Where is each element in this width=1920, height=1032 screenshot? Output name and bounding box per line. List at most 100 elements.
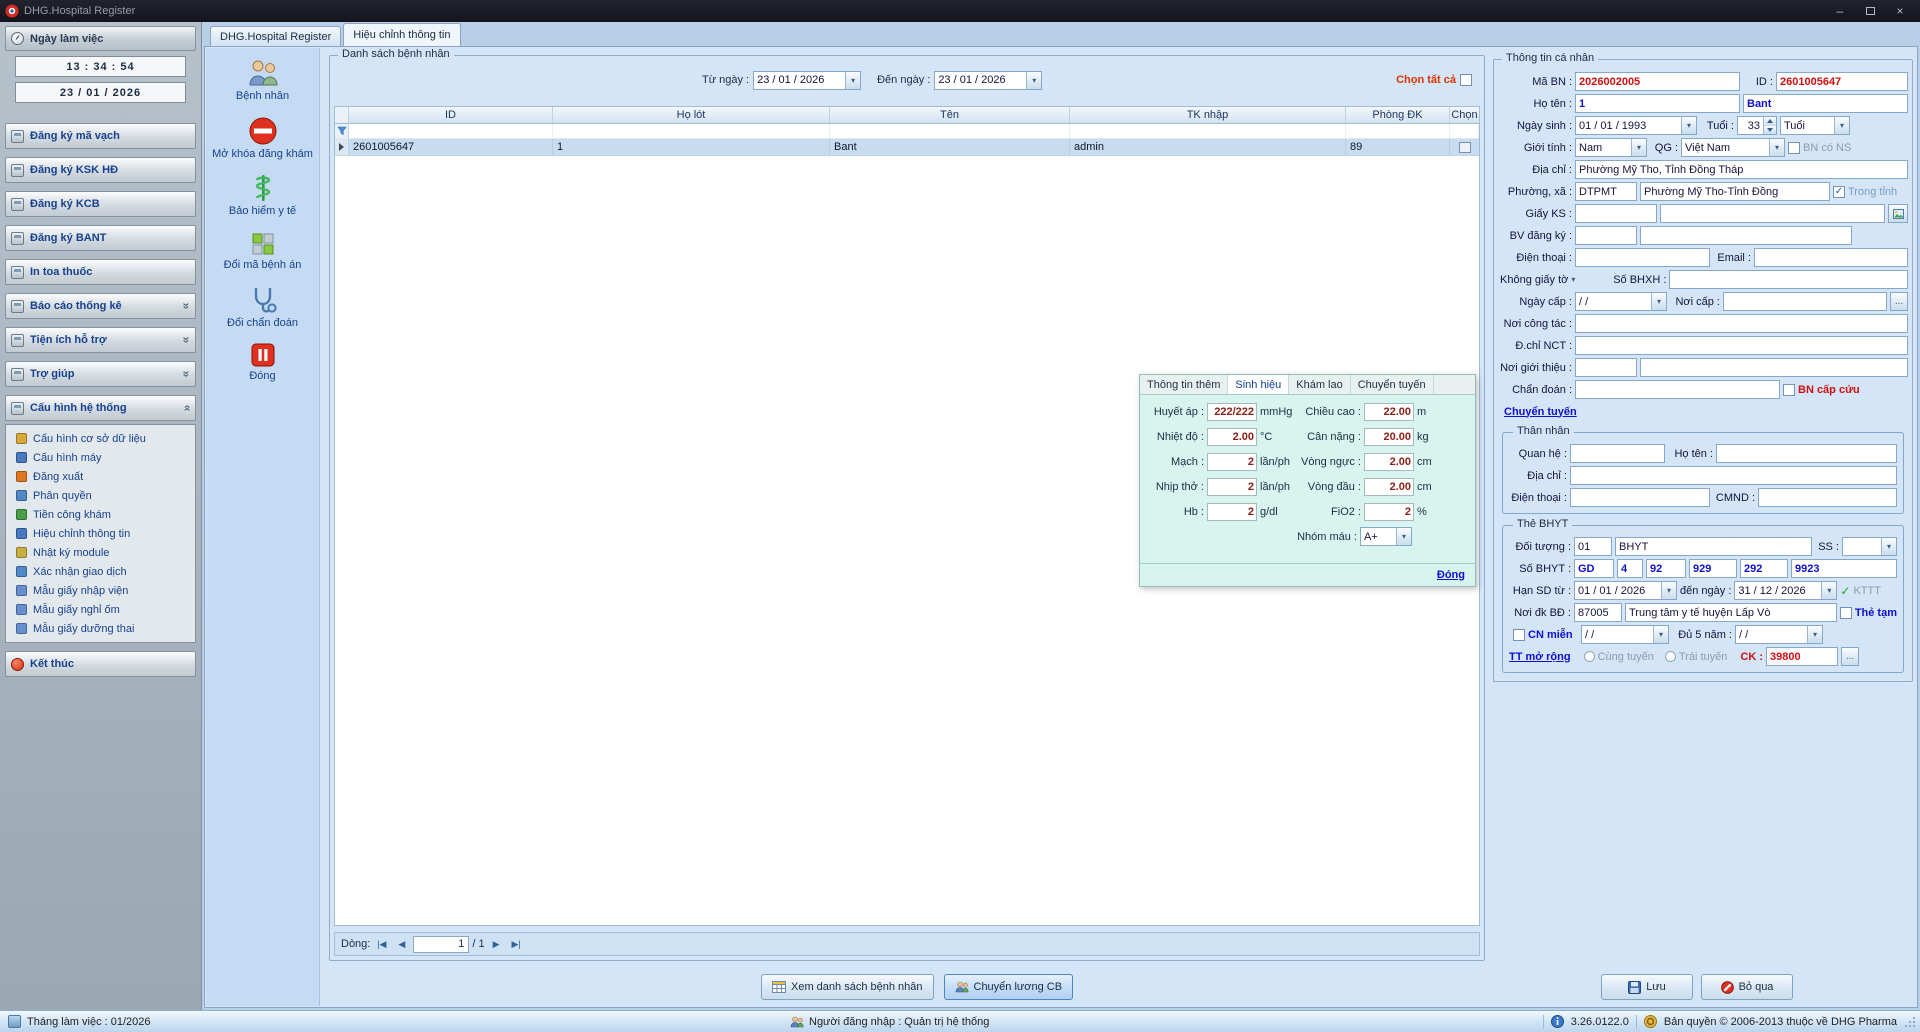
pager-last-button[interactable]: ▶| — [508, 936, 525, 953]
kttt-checkbox[interactable]: ✓ — [1840, 584, 1850, 598]
hb-field[interactable]: 2 — [1207, 502, 1257, 521]
ho-lot-field[interactable]: 1 — [1575, 94, 1740, 113]
gender-select[interactable]: Nam ▾ — [1575, 138, 1647, 157]
chevron-down-icon[interactable]: ▾ — [1396, 528, 1411, 545]
ten-field[interactable]: Bant — [1743, 94, 1908, 113]
the-tam-checkbox[interactable] — [1839, 606, 1852, 619]
config-item-permissions[interactable]: Phân quyền — [8, 486, 193, 505]
ck-field[interactable]: 39800 — [1765, 647, 1838, 666]
pulse-field[interactable]: 2 — [1207, 452, 1257, 471]
tab-edit-info[interactable]: Hiệu chỉnh thông tin — [343, 23, 461, 46]
column-header-phongdk[interactable]: Phòng ĐK — [1346, 107, 1450, 123]
ma-bn-field[interactable]: 2026002005 — [1575, 72, 1740, 91]
age-stepper[interactable]: 33 — [1737, 116, 1777, 135]
ss-select[interactable]: ▾ — [1842, 537, 1897, 556]
nationality-select[interactable]: Việt Nam ▾ — [1681, 138, 1785, 157]
tab-referral[interactable]: Chuyển tuyến — [1351, 375, 1434, 394]
column-header-tknhap[interactable]: TK nhập — [1070, 107, 1346, 123]
column-header-holot[interactable]: Họ lót — [553, 107, 830, 123]
bhyt-seg-6[interactable]: 9923 — [1791, 559, 1897, 578]
diagnosis-field[interactable] — [1575, 380, 1780, 399]
birth-date-picker[interactable]: 01 / 01 / 1993 ▾ — [1575, 116, 1697, 135]
head-field[interactable]: 2.00 — [1364, 477, 1414, 496]
reg-place-code-field[interactable]: 87005 — [1574, 603, 1622, 622]
relative-phone-field[interactable] — [1570, 488, 1710, 507]
sidebar-item-barcode[interactable]: Đăng ký mã vạch — [5, 123, 196, 149]
config-item-transactions[interactable]: Xác nhận giao dịch — [8, 562, 193, 581]
config-item-machine[interactable]: Cấu hình máy — [8, 448, 193, 467]
cn-mien-date-picker[interactable]: / / ▾ — [1581, 625, 1669, 644]
trai-tuyen-radio[interactable] — [1664, 651, 1676, 662]
chevron-down-icon[interactable]: ▾ — [1681, 117, 1696, 134]
birth-cert-browse-button[interactable] — [1888, 204, 1908, 223]
id-field[interactable]: 2601005647 — [1776, 72, 1908, 91]
email-field[interactable] — [1754, 248, 1908, 267]
config-item-logout[interactable]: Đăng xuất — [8, 467, 193, 486]
blood-group-select[interactable]: A+ ▾ — [1360, 527, 1412, 546]
birth-cert-code-field[interactable] — [1575, 204, 1657, 223]
reg-place-name-field[interactable]: Trung tâm y tế huyện Lấp Vò — [1625, 603, 1837, 622]
valid-from-picker[interactable]: 01 / 01 / 2026 ▾ — [1574, 581, 1677, 600]
height-field[interactable]: 22.00 — [1364, 402, 1414, 421]
stepper-arrows[interactable] — [1763, 117, 1776, 134]
pager-next-button[interactable]: ▶ — [488, 936, 505, 953]
select-all-checkbox[interactable] — [1460, 74, 1472, 86]
work-date-display[interactable]: 23 / 01 / 2026 — [15, 82, 186, 103]
chevron-down-icon[interactable]: ▾ — [1026, 71, 1042, 89]
bhyt-seg-5[interactable]: 292 — [1740, 559, 1788, 578]
column-header-id[interactable]: ID — [349, 107, 553, 123]
view-patient-list-button[interactable]: Xem danh sách bệnh nhân — [761, 974, 934, 1000]
sidebar-item-help[interactable]: Trợ giúp » — [5, 361, 196, 387]
temperature-field[interactable]: 2.00 — [1207, 427, 1257, 446]
bhyt-seg-4[interactable]: 929 — [1689, 559, 1737, 578]
sidebar-item-end[interactable]: Kết thúc — [5, 651, 196, 677]
ward-code-field[interactable]: DTPMT — [1575, 182, 1637, 201]
sidebar-item-reports[interactable]: Báo cáo thống kê » — [5, 293, 196, 319]
bn-co-ns-checkbox[interactable] — [1788, 141, 1800, 154]
du-5-nam-date-picker[interactable]: / / ▾ — [1735, 625, 1823, 644]
respiration-field[interactable]: 2 — [1207, 477, 1257, 496]
tab-extra-info[interactable]: Thông tin thêm — [1140, 375, 1229, 394]
chevron-down-icon[interactable]: ▾ — [1571, 275, 1575, 284]
from-date-picker[interactable]: 23 / 01 / 2026 ▾ — [753, 70, 862, 90]
issue-date-picker[interactable]: / / ▾ — [1575, 292, 1667, 311]
sidebar-item-utilities[interactable]: Tiện ích hỗ trợ » — [5, 327, 196, 353]
minimize-button[interactable]: – — [1825, 0, 1855, 22]
chevron-down-icon[interactable]: ▾ — [1653, 626, 1668, 643]
ward-name-field[interactable]: Phường Mỹ Tho-Tỉnh Đồng — [1640, 182, 1830, 201]
cn-mien-checkbox[interactable] — [1513, 628, 1525, 641]
config-item-module-log[interactable]: Nhật ký module — [8, 543, 193, 562]
pager-first-button[interactable]: |◀ — [373, 936, 390, 953]
chevron-down-icon[interactable]: ▾ — [1769, 139, 1784, 156]
trong-tinh-checkbox[interactable]: ✓ — [1833, 185, 1845, 198]
tab-vital-signs[interactable]: Sinh hiệu — [1228, 375, 1290, 394]
tool-change-record-code[interactable]: Đổi mã bệnh án — [209, 231, 317, 272]
to-date-picker[interactable]: 23 / 01 / 2026 ▾ — [934, 70, 1043, 90]
relative-name-field[interactable] — [1716, 444, 1897, 463]
transfer-cb-button[interactable]: Chuyển lương CB — [943, 974, 1074, 1000]
ck-browse-button[interactable]: ... — [1840, 647, 1859, 666]
config-item-sick-leave-form[interactable]: Mẫu giấy nghỉ ốm — [8, 600, 193, 619]
save-button[interactable]: Lưu — [1601, 974, 1693, 1000]
fio2-field[interactable]: 2 — [1364, 502, 1414, 521]
social-insurance-field[interactable] — [1669, 270, 1908, 289]
tool-close[interactable]: Đóng — [209, 342, 317, 383]
doc-type-select[interactable]: Không giấy tờ — [1498, 274, 1568, 286]
workplace-field[interactable] — [1575, 314, 1908, 333]
config-item-exam-fee[interactable]: Tiền công khám — [8, 505, 193, 524]
birth-cert-field[interactable] — [1660, 204, 1885, 223]
tool-patient[interactable]: Bệnh nhân — [209, 58, 317, 103]
chevron-down-icon[interactable]: ▾ — [1821, 582, 1837, 599]
bhyt-object-code-field[interactable]: 01 — [1574, 537, 1612, 556]
config-item-edit-info[interactable]: Hiệu chỉnh thông tin — [8, 524, 193, 543]
chevron-down-icon[interactable]: ▾ — [1631, 139, 1646, 156]
chest-field[interactable]: 2.00 — [1364, 452, 1414, 471]
sidebar-item-kcb[interactable]: Đăng ký KCB — [5, 191, 196, 217]
table-row[interactable]: 2601005647 1 Bant admin 89 — [335, 139, 1479, 156]
age-unit-select[interactable]: Tuổi ▾ — [1780, 116, 1850, 135]
bhyt-seg-2[interactable]: 4 — [1617, 559, 1643, 578]
weight-field[interactable]: 20.00 — [1364, 427, 1414, 446]
cung-tuyen-radio[interactable] — [1583, 651, 1595, 662]
valid-to-picker[interactable]: 31 / 12 / 2026 ▾ — [1734, 581, 1838, 600]
nct-address-field[interactable] — [1575, 336, 1908, 355]
